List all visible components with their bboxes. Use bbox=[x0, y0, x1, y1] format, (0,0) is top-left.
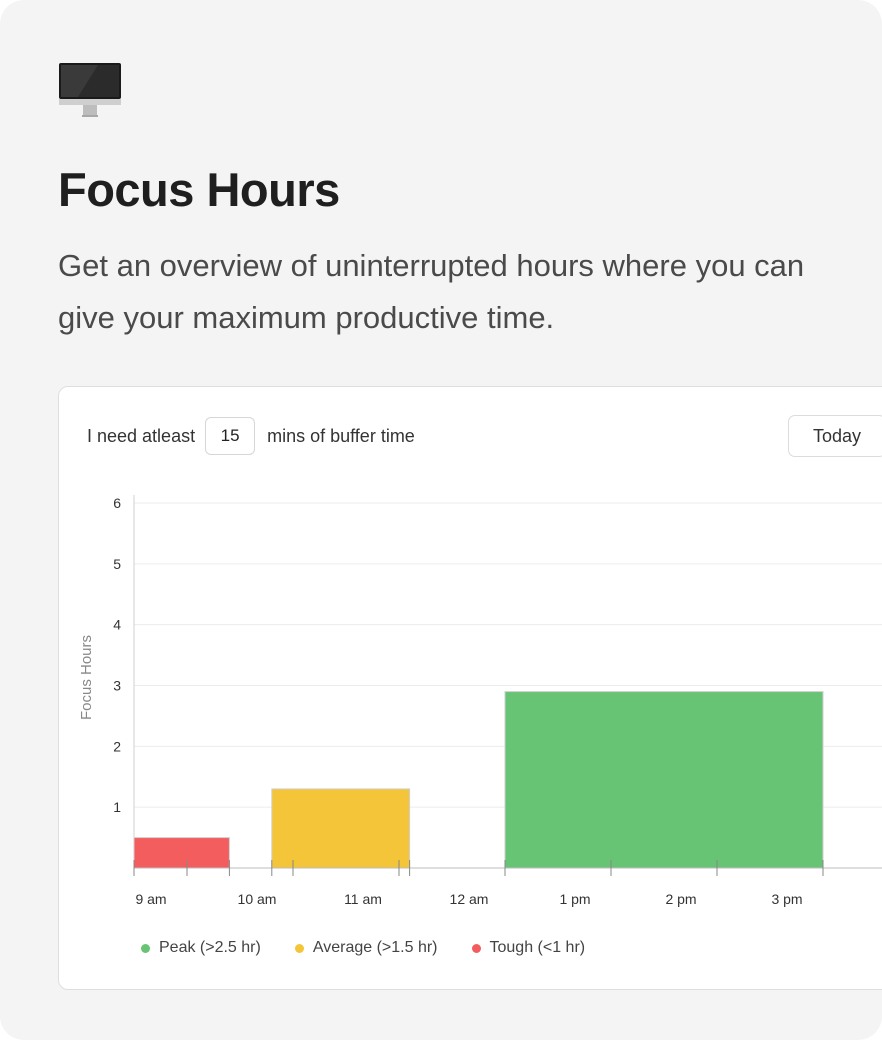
y-tick-label: 5 bbox=[113, 556, 121, 572]
bar bbox=[271, 788, 411, 869]
legend-label: Tough (<1 hr) bbox=[489, 939, 586, 956]
legend-label: Peak (>2.5 hr) bbox=[159, 939, 261, 956]
focus-hours-chart: 1 2 3 4 5 6 Focus Hours 9 am 10 am 11 am 12 am 1 pm… bbox=[78, 495, 882, 907]
legend-item: Tough (<1 hr) bbox=[471, 939, 586, 957]
bar bbox=[133, 837, 230, 869]
y-tick-label: 1 bbox=[113, 799, 121, 815]
x-tick-label: 11 am bbox=[344, 891, 382, 907]
bar bbox=[504, 691, 824, 869]
x-tick-label: 2 pm bbox=[665, 891, 696, 907]
x-tick-label: 3 pm bbox=[771, 891, 802, 907]
legend-dot-icon bbox=[294, 943, 304, 953]
legend-dot-icon bbox=[141, 943, 150, 953]
legend-label: Average (>1.5 hr) bbox=[312, 939, 438, 956]
page-title: Focus Hours bbox=[58, 163, 340, 216]
focus-chart-card: I need atleast mins of buffer time Today… bbox=[58, 386, 882, 990]
y-tick-label: 3 bbox=[113, 678, 121, 694]
legend-item: Peak (>2.5 hr) bbox=[141, 939, 261, 957]
y-tick-label: 6 bbox=[113, 495, 121, 511]
y-axis-title: Focus Hours bbox=[78, 635, 95, 720]
x-tick-label: 12 am bbox=[450, 891, 489, 907]
legend-dot-icon bbox=[471, 943, 481, 953]
x-tick-label: 9 am bbox=[135, 891, 166, 907]
page-subtitle: Get an overview of uninterrupted hours w… bbox=[58, 248, 805, 335]
y-tick-label: 2 bbox=[113, 738, 121, 754]
x-tick-label: 10 am bbox=[238, 891, 277, 907]
chart-legend: Peak (>2.5 hr) Average (>1.5 hr) Tough (<1… bbox=[141, 939, 619, 957]
legend-item: Average (>1.5 hr) bbox=[294, 939, 438, 957]
focus-hours-panel: Focus Hours Get an overview of uninterru… bbox=[0, 0, 882, 1040]
x-tick-label: 1 pm bbox=[559, 891, 590, 907]
y-tick-label: 4 bbox=[113, 617, 121, 633]
monitor-icon bbox=[58, 62, 122, 120]
